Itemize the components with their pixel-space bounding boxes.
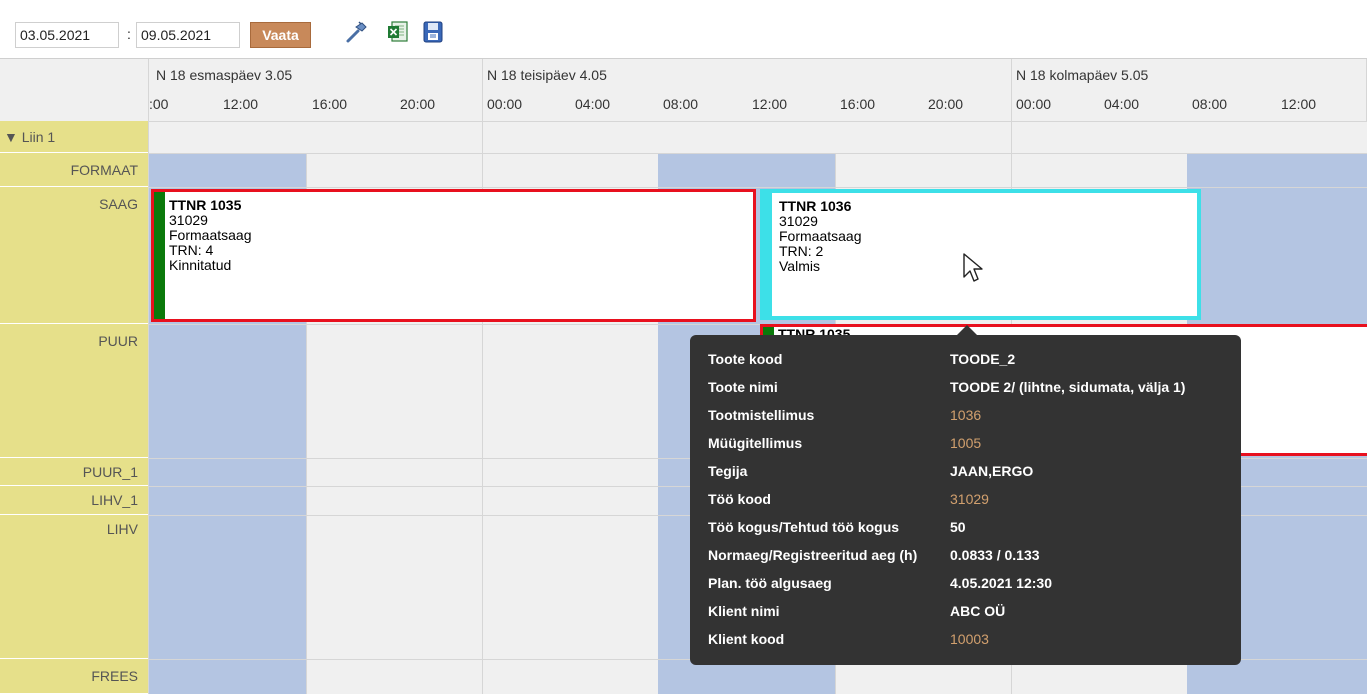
tooltip-key: Müügitellimus xyxy=(708,435,803,451)
day-header-1: N 18 esmaspäev 3.05 :00 12:00 16:00 20:0… xyxy=(149,59,483,121)
tooltip-key: Normaeg/Registreeritud aeg (h) xyxy=(708,547,918,563)
resource-lihv-1: LIHV_1 xyxy=(0,486,148,515)
time-label: 16:00 xyxy=(312,96,348,112)
resource-group-liin-1[interactable]: ▼ Liin 1 xyxy=(0,121,148,153)
day-header-2: N 18 teisipäev 4.05 00:00 04:00 08:00 12… xyxy=(483,59,1012,121)
tooltip-key: Plan. töö algusaeg xyxy=(708,575,832,591)
time-label: 20:00 xyxy=(400,96,436,112)
tooltip-key: Töö kood xyxy=(708,491,771,507)
day-header-3: N 18 kolmapäev 5.05 00:00 04:00 08:00 12… xyxy=(1012,59,1367,121)
time-label: 00:00 xyxy=(1016,96,1052,112)
work-code-link[interactable]: 31029 xyxy=(950,491,989,507)
task-code: 31029 xyxy=(169,212,208,228)
day-label: N 18 teisipäev 4.05 xyxy=(487,67,607,83)
time-label: :00 xyxy=(149,96,169,112)
tooltip-value: 4.05.2021 12:30 xyxy=(950,575,1052,591)
task-title: TTNR 1036 xyxy=(779,198,852,214)
task-title: TTNR 1035 xyxy=(169,197,242,213)
task-operation: Formaatsaag xyxy=(169,227,252,243)
view-button[interactable]: Vaata xyxy=(250,22,311,48)
tooltip-value: TOODE_2 xyxy=(950,351,1016,367)
tooltip-arrow xyxy=(957,325,977,335)
production-order-link[interactable]: 1036 xyxy=(950,407,981,423)
task-tooltip: Toote kood TOODE_2 Toote nimi TOODE 2/ (… xyxy=(690,335,1241,665)
task-status: Valmis xyxy=(779,258,820,274)
excel-export-icon[interactable] xyxy=(386,20,410,44)
time-label: 00:00 xyxy=(487,96,523,112)
time-label: 20:00 xyxy=(928,96,964,112)
task-status: Kinnitatud xyxy=(169,257,232,273)
task-operation: Formaatsaag xyxy=(779,228,862,244)
task-status-bar xyxy=(154,192,165,319)
day-label: N 18 esmaspäev 3.05 xyxy=(156,67,293,83)
task-trn: TRN: 2 xyxy=(779,243,824,259)
mouse-cursor-icon xyxy=(963,253,983,282)
tooltip-key: Toote kood xyxy=(708,351,783,367)
resource-puur-1: PUUR_1 xyxy=(0,458,148,486)
task-status-bar xyxy=(764,193,772,316)
tooltip-key: Klient kood xyxy=(708,631,785,647)
date-to-input[interactable]: 09.05.2021 xyxy=(136,22,240,48)
tooltip-key: Töö kogus/Tehtud töö kogus xyxy=(708,519,900,535)
time-label: 04:00 xyxy=(575,96,611,112)
date-from-input[interactable]: 03.05.2021 xyxy=(15,22,119,48)
time-label: 04:00 xyxy=(1104,96,1140,112)
tooltip-value: 0.0833 / 0.133 xyxy=(950,547,1040,563)
build-icon[interactable] xyxy=(345,20,369,44)
task-code: 31029 xyxy=(779,213,818,229)
tooltip-value: JAAN,ERGO xyxy=(950,463,1034,479)
resource-puur: PUUR xyxy=(0,324,148,458)
tooltip-value: TOODE 2/ (lihtne, sidumata, välja 1) xyxy=(950,379,1186,395)
sales-order-link[interactable]: 1005 xyxy=(950,435,981,451)
date-separator: : xyxy=(127,26,131,42)
toolbar: 03.05.2021 : 09.05.2021 Vaata xyxy=(0,0,1367,58)
tooltip-key: Klient nimi xyxy=(708,603,780,619)
tooltip-key: Toote nimi xyxy=(708,379,778,395)
time-label: 12:00 xyxy=(1281,96,1317,112)
tooltip-key: Tootmistellimus xyxy=(708,407,815,423)
resource-frees: FREES xyxy=(0,659,148,694)
time-label: 08:00 xyxy=(663,96,699,112)
save-icon[interactable] xyxy=(421,20,445,44)
day-label: N 18 kolmapäev 5.05 xyxy=(1016,67,1149,83)
time-label: 08:00 xyxy=(1192,96,1228,112)
resource-formaat: FORMAAT xyxy=(0,153,148,187)
time-label: 12:00 xyxy=(752,96,788,112)
header-corner xyxy=(0,59,149,121)
time-label: 12:00 xyxy=(223,96,259,112)
task-trn: TRN: 4 xyxy=(169,242,214,258)
task-ttnr-1035[interactable]: TTNR 1035 31029 Formaatsaag TRN: 4 Kinni… xyxy=(151,189,756,322)
resource-saag: SAAG xyxy=(0,187,148,324)
tooltip-value: 50 xyxy=(950,519,966,535)
client-code-link[interactable]: 10003 xyxy=(950,631,989,647)
time-label: 16:00 xyxy=(840,96,876,112)
tooltip-key: Tegija xyxy=(708,463,748,479)
resource-lihv: LIHV xyxy=(0,515,148,659)
tooltip-value: ABC OÜ xyxy=(950,603,1006,619)
